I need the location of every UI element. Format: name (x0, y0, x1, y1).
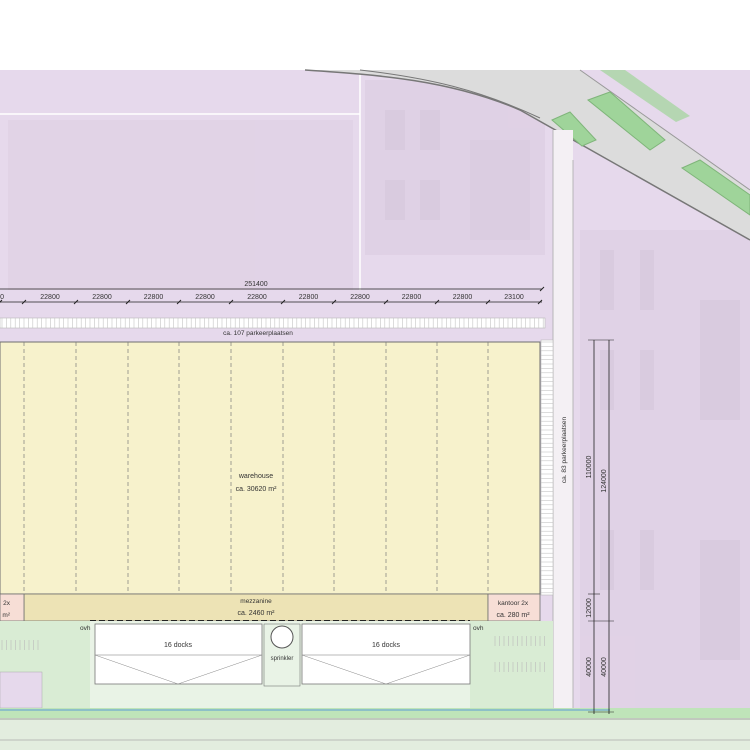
bay-dim-label: 00 (0, 294, 4, 301)
road-bottom (0, 718, 750, 750)
bay-dim-label: 22800 (144, 294, 164, 301)
bay-dim-label: 23100 (504, 294, 524, 301)
dim-label-12000: 12000 (586, 598, 593, 618)
docks-right-label: 16 docks (372, 642, 401, 649)
ovh-label-left: ovh (80, 625, 91, 632)
parking-strip-right (540, 339, 554, 596)
warehouse-area: ca. 30620 m² (236, 486, 278, 493)
dock-block-left (94, 623, 263, 685)
parking-strip-top (0, 317, 546, 329)
dim-label-40000-b: 40000 (601, 657, 608, 677)
office-left-area: m² (2, 612, 10, 619)
neighbour-plot (0, 671, 43, 709)
sprinkler-tank-icon (270, 625, 294, 649)
site-plan-drawing: 251400 00 22800 22800 22800 22800 22800 22800 2… (0, 69, 750, 750)
bay-dim-label: 22800 (92, 294, 112, 301)
dim-label-110000: 110000 (586, 455, 593, 478)
bay-dim-label: 22800 (402, 294, 422, 301)
bay-dim-label: 22800 (195, 294, 215, 301)
yard-green (470, 621, 553, 716)
warehouse-title: warehouse (238, 473, 273, 480)
bay-dim-label: 22800 (350, 294, 370, 301)
warehouse-hall (0, 341, 541, 595)
dim-label-124000: 124000 (601, 469, 608, 492)
office-right-area: ca. 280 m² (496, 612, 530, 619)
bay-dim-label: 22800 (40, 294, 60, 301)
parking-right-label: ca. 83 parkeerplaatsen (561, 417, 568, 484)
bay-dim-label: 22800 (453, 294, 473, 301)
bay-dim-label: 22800 (299, 294, 319, 301)
dim-label-40000-a: 40000 (586, 657, 593, 677)
mezzanine-title: mezzanine (240, 598, 272, 605)
dim-total-label: 251400 (244, 281, 267, 288)
parking-top-label: ca. 107 parkeerplaatsen (223, 330, 293, 337)
docks-left-label: 16 docks (164, 642, 193, 649)
sprinkler-label: sprinkler (271, 656, 294, 662)
dock-block-right (301, 623, 471, 685)
bay-dim-label: 22800 (247, 294, 267, 301)
ovh-label-right: ovh (473, 625, 484, 632)
mezzanine-area: ca. 2460 m² (238, 610, 276, 617)
office-right-title: kantoor 2x (498, 600, 529, 607)
office-left-title: 2x (3, 600, 11, 607)
